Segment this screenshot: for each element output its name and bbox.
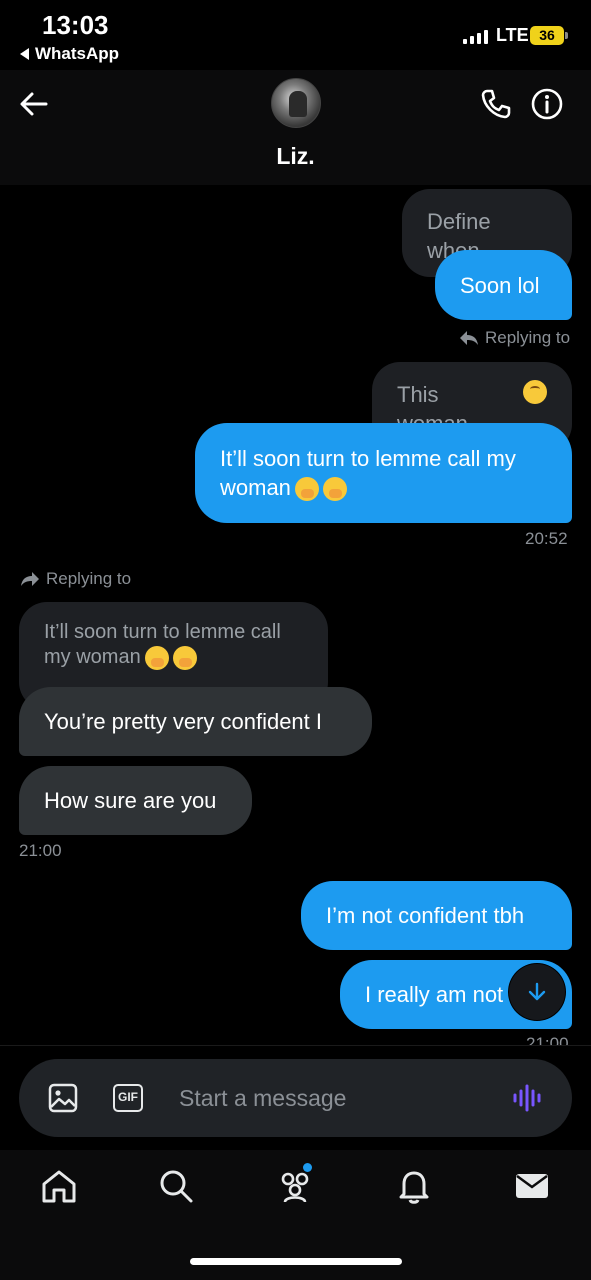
face-hand-over-mouth-icon <box>322 477 347 502</box>
status-time: 13:03 <box>42 10 109 40</box>
signal-icon <box>463 30 488 44</box>
bottom-nav <box>0 1150 591 1280</box>
message-timestamp: 20:52 <box>525 529 568 548</box>
message-text: I really am not <box>365 982 504 1007</box>
message-text: I’m not confident tbh <box>326 903 525 928</box>
search-icon[interactable] <box>156 1166 196 1206</box>
replying-to-text: Replying to <box>46 569 132 588</box>
home-indicator <box>190 1258 402 1265</box>
chat-header: Liz. <box>0 70 591 185</box>
message-text: You’re pretty very confident I <box>44 709 323 734</box>
message-list[interactable]: Define when Soon lol Replying to This wo… <box>0 185 591 1045</box>
upside-down-face-icon <box>523 380 547 404</box>
back-app-label: WhatsApp <box>35 44 120 63</box>
replying-to-label: Replying to <box>20 569 131 589</box>
back-triangle-icon <box>20 48 29 60</box>
message-bubble-incoming[interactable]: You’re pretty very confident I <box>19 687 372 756</box>
gif-icon[interactable]: GIF <box>113 1084 143 1112</box>
message-bubble-incoming[interactable]: How sure are you <box>19 766 252 835</box>
messages-icon[interactable] <box>512 1166 552 1206</box>
network-label: LTE <box>496 25 529 45</box>
battery-icon: 36 <box>530 26 568 45</box>
home-icon[interactable] <box>39 1166 79 1206</box>
quoted-text: my woman <box>44 645 197 670</box>
face-hand-over-mouth-icon <box>144 645 169 670</box>
message-input[interactable] <box>179 1081 479 1115</box>
image-icon[interactable] <box>48 1083 78 1113</box>
avatar[interactable] <box>271 78 321 128</box>
arrow-left-icon[interactable] <box>16 86 52 122</box>
composer-bar: GIF <box>0 1045 591 1149</box>
notifications-icon[interactable] <box>394 1166 434 1206</box>
reply-icon <box>460 331 478 345</box>
replying-to-text: Replying to <box>485 328 571 347</box>
phone-icon[interactable] <box>478 86 514 122</box>
communities-icon[interactable] <box>275 1166 315 1206</box>
info-icon[interactable] <box>529 86 565 122</box>
face-hand-over-mouth-icon <box>172 645 197 670</box>
status-bar: 13:03 WhatsApp LTE 36 <box>0 0 591 70</box>
voice-message-icon[interactable] <box>512 1083 544 1113</box>
replying-to-label: Replying to <box>459 328 570 348</box>
message-bubble-outgoing[interactable]: It’ll soon turn to lemme call my woman <box>195 423 572 523</box>
notification-dot <box>303 1163 312 1172</box>
contact-name[interactable]: Liz. <box>0 143 591 170</box>
message-timestamp: 21:00 <box>19 841 62 860</box>
face-hand-over-mouth-icon <box>294 477 319 502</box>
message-timestamp: 21:00 <box>526 1034 569 1045</box>
message-text: How sure are you <box>44 788 217 813</box>
message-text: It’ll soon turn to lemme call my woman <box>220 446 516 502</box>
message-bubble-outgoing[interactable]: Soon lol <box>435 250 572 320</box>
message-text: Soon lol <box>460 272 540 298</box>
quoted-text: It’ll soon turn to lemme call <box>44 621 281 643</box>
scroll-to-bottom-button[interactable] <box>509 964 565 1020</box>
message-bubble-outgoing[interactable]: I’m not confident tbh <box>301 881 572 950</box>
forward-reply-icon <box>21 572 39 586</box>
composer: GIF <box>19 1059 572 1137</box>
arrow-down-icon <box>528 982 546 1001</box>
back-to-app-link[interactable]: WhatsApp <box>20 44 119 64</box>
